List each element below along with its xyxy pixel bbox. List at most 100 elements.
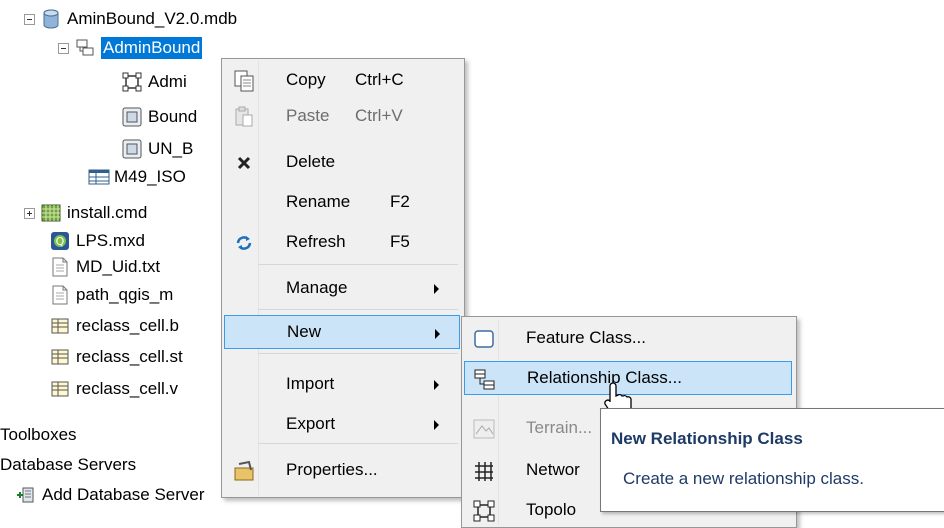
menu-item-delete[interactable]: Delete xyxy=(224,145,460,179)
tree-item-raster[interactable]: install.cmd xyxy=(24,200,147,226)
polygon-feature-class-icon xyxy=(122,139,142,159)
topology-icon xyxy=(122,72,142,92)
tree-item-map-document[interactable]: Q LPS.mxd xyxy=(50,228,145,254)
tree-item-table[interactable]: reclass_cell.b xyxy=(50,313,179,339)
refresh-icon xyxy=(233,232,255,252)
collapse-toggle[interactable] xyxy=(24,13,35,25)
topology-icon xyxy=(473,500,495,522)
tree-item-label: Toolboxes xyxy=(0,425,77,444)
menu-item-manage[interactable]: Manage xyxy=(224,271,460,305)
menu-separator xyxy=(258,443,458,444)
context-menu: Copy Ctrl+C Paste Ctrl+V Delete Rename F… xyxy=(221,58,465,498)
tree-item-label: UN_B xyxy=(148,139,194,158)
tree-item-text-file[interactable]: MD_Uid.txt xyxy=(50,254,160,280)
menu-item-label: Refresh xyxy=(286,232,346,251)
tree-item-label: reclass_cell.v xyxy=(76,379,179,398)
tree-item-add-database-server[interactable]: Add Database Server xyxy=(16,482,205,508)
network-icon xyxy=(473,460,495,481)
tree-item-label: AdminBound xyxy=(101,37,203,59)
tree-item-text-file[interactable]: path_qgis_m xyxy=(50,282,173,308)
tree-item-database[interactable]: AminBound_V2.0.mdb xyxy=(24,6,237,32)
expand-toggle[interactable] xyxy=(24,207,35,219)
copy-icon xyxy=(233,70,255,92)
menu-item-label: Paste xyxy=(286,106,330,125)
menu-item-label: Copy xyxy=(286,70,326,89)
tree-item-label: Admi xyxy=(148,72,187,91)
tree-item-label: Bound xyxy=(148,107,198,126)
table-icon xyxy=(88,167,110,187)
table-icon xyxy=(50,347,70,367)
submenu-arrow-icon xyxy=(434,284,439,294)
paste-icon xyxy=(233,106,255,127)
tree-item-label: reclass_cell.b xyxy=(76,316,179,335)
properties-icon xyxy=(233,460,255,481)
submenu-item-feature-class[interactable]: Feature Class... xyxy=(464,321,792,355)
tree-item-label: Database Servers xyxy=(0,455,137,474)
map-document-icon: Q xyxy=(50,231,70,251)
submenu-item-label: Topolo xyxy=(526,500,577,519)
menu-separator xyxy=(258,264,458,265)
menu-item-shortcut: Ctrl+C xyxy=(355,70,404,89)
delete-icon xyxy=(233,152,255,172)
tree-item-label: M49_ISO xyxy=(114,167,186,186)
tree-item-label: AminBound_V2.0.mdb xyxy=(67,9,238,28)
menu-separator xyxy=(258,309,458,310)
tree-item-polygon-class[interactable]: Bound xyxy=(122,104,197,130)
tree-item-table[interactable]: reclass_cell.v xyxy=(50,376,178,402)
table-icon xyxy=(50,379,70,399)
menu-item-refresh[interactable]: Refresh F5 xyxy=(224,225,460,259)
menu-item-label: New xyxy=(287,322,322,341)
tree-item-topology[interactable]: Admi xyxy=(122,69,187,95)
tree-item-feature-dataset[interactable]: AdminBound xyxy=(58,35,203,61)
relationship-class-icon xyxy=(474,369,496,390)
polygon-feature-class-icon xyxy=(122,107,142,127)
database-icon xyxy=(41,9,61,29)
menu-item-label: Rename xyxy=(286,192,351,211)
menu-item-shortcut: Ctrl+V xyxy=(355,106,403,125)
menu-item-import[interactable]: Import xyxy=(224,367,460,401)
menu-item-rename[interactable]: Rename F2 xyxy=(224,185,460,219)
submenu-item-label: Feature Class... xyxy=(526,328,646,347)
menu-item-new[interactable]: New xyxy=(224,315,460,349)
text-file-icon xyxy=(50,285,70,305)
tree-item-table[interactable]: reclass_cell.st xyxy=(50,344,183,370)
submenu-item-label: Networ xyxy=(526,460,580,479)
tooltip: New Relationship Class Create a new rela… xyxy=(600,408,944,512)
tree-item-label: reclass_cell.st xyxy=(76,347,183,366)
tree-item-label: install.cmd xyxy=(67,203,148,222)
menu-separator xyxy=(258,353,458,354)
tree-item-table[interactable]: M49_ISO xyxy=(88,164,186,190)
tree-item-polygon-class[interactable]: UN_B xyxy=(122,136,193,162)
tree-item-label: MD_Uid.txt xyxy=(76,257,161,276)
submenu-item-label: Terrain... xyxy=(526,418,593,437)
submenu-arrow-icon xyxy=(434,420,439,430)
tree-item-label: LPS.mxd xyxy=(76,231,145,250)
feature-dataset-icon xyxy=(75,38,95,58)
menu-item-label: Export xyxy=(286,414,336,433)
menu-item-label: Import xyxy=(286,374,335,393)
collapse-toggle[interactable] xyxy=(58,42,69,54)
feature-class-icon xyxy=(473,328,495,348)
terrain-icon xyxy=(473,418,495,439)
menu-item-label: Properties... xyxy=(286,460,378,479)
tree-item-label: Add Database Server xyxy=(42,485,205,504)
menu-item-export[interactable]: Export xyxy=(224,407,460,441)
menu-item-label: Delete xyxy=(286,152,336,171)
menu-item-label: Manage xyxy=(286,278,348,297)
menu-item-copy[interactable]: Copy Ctrl+C xyxy=(224,63,460,97)
tree-item-toolboxes[interactable]: Toolboxes xyxy=(0,422,77,448)
tooltip-title: New Relationship Class xyxy=(611,429,803,448)
add-database-server-icon xyxy=(16,485,36,505)
menu-item-paste[interactable]: Paste Ctrl+V xyxy=(224,99,460,133)
raster-icon xyxy=(41,203,61,223)
tree-item-database-servers[interactable]: Database Servers xyxy=(0,452,136,478)
tooltip-description: Create a new relationship class. xyxy=(623,469,864,488)
submenu-arrow-icon xyxy=(435,329,440,339)
table-icon xyxy=(50,316,70,336)
svg-text:Q: Q xyxy=(56,235,65,248)
tree-item-label: path_qgis_m xyxy=(76,285,174,304)
menu-item-properties[interactable]: Properties... xyxy=(224,453,460,487)
menu-item-shortcut: F5 xyxy=(390,232,410,251)
text-file-icon xyxy=(50,257,70,277)
menu-item-shortcut: F2 xyxy=(390,192,410,211)
